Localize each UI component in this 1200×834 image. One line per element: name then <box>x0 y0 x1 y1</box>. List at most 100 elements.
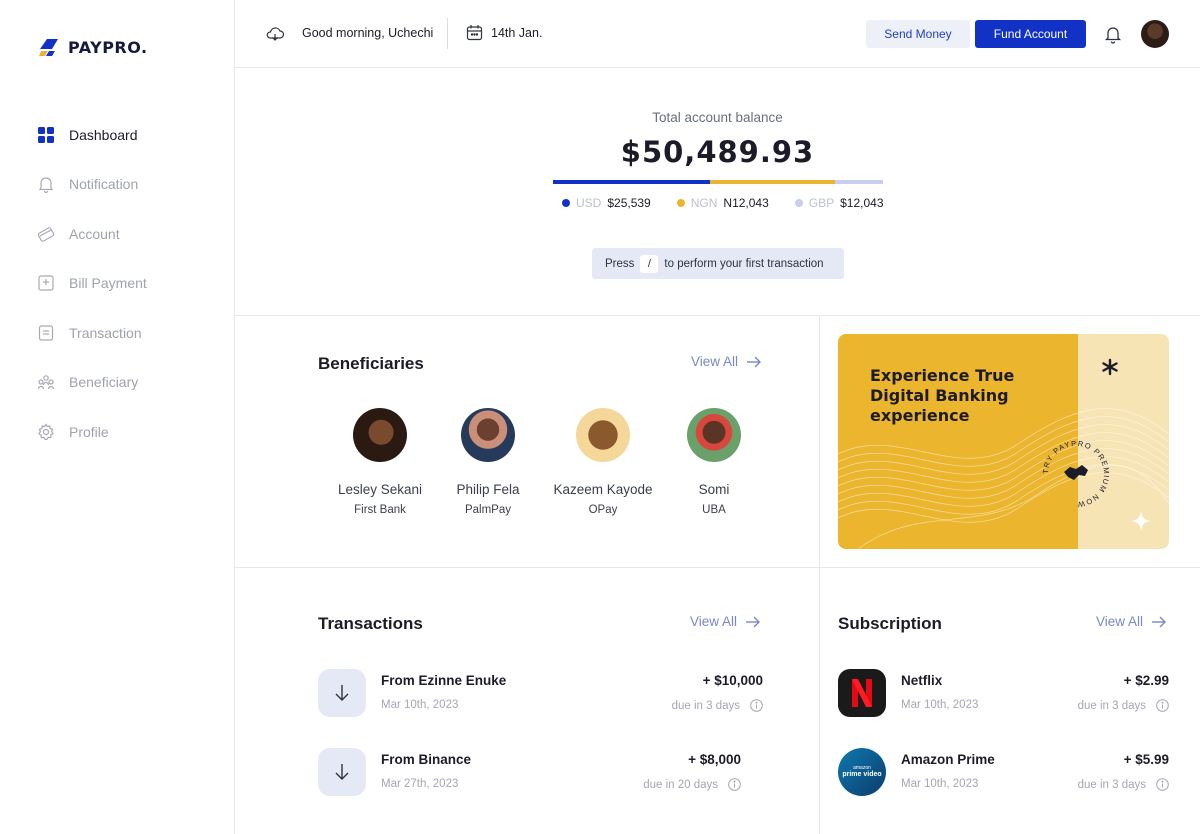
dashboard-app: PAYPRO. Dashboard Notification Account B… <box>0 0 1200 834</box>
users-icon <box>36 372 56 392</box>
sidebar-item-notification[interactable]: Notification <box>36 160 147 210</box>
beneficiaries-title: Beneficiaries <box>318 354 424 373</box>
transaction-due: due in 20 days <box>643 778 741 791</box>
transactions-section: Transactions View All From Ezinne Enuke … <box>235 568 820 834</box>
paypro-logo-icon <box>39 39 58 56</box>
cloud-sun-icon <box>266 27 285 41</box>
sidebar-item-label: Dashboard <box>69 126 138 143</box>
globe-icon <box>1064 465 1088 480</box>
currency-legend: USD $25,539 NGN N12,043 GBP $12,043 <box>562 196 884 210</box>
due-text: due in 3 days <box>1077 778 1146 791</box>
beneficiary-avatar <box>461 408 515 462</box>
beneficiary-card[interactable]: Lesley Sekani First Bank <box>320 408 440 516</box>
premium-badge: TRY PAYPRO PREMIUM NOW <box>1041 439 1110 509</box>
subscription-amount: + $5.99 <box>1123 752 1169 767</box>
sidebar-item-beneficiary[interactable]: Beneficiary <box>36 358 147 408</box>
info-icon[interactable] <box>728 778 741 791</box>
shortcut-key: / <box>640 254 659 273</box>
beneficiary-bank: First Bank <box>354 504 406 516</box>
view-all-label: View All <box>691 354 739 369</box>
promo-section: Experience True Digital Banking experien… <box>820 316 1200 568</box>
sidebar-item-label: Account <box>69 225 120 242</box>
hint-prefix: Press <box>605 257 635 270</box>
beneficiaries-view-all[interactable]: View All <box>691 354 762 369</box>
sidebar-item-label: Notification <box>69 176 139 193</box>
promo-headline: Experience True Digital Banking experien… <box>870 366 1070 426</box>
hint-suffix: to perform your first transaction <box>664 257 824 270</box>
currency-code: NGN <box>690 196 718 210</box>
gear-icon <box>36 422 56 442</box>
user-avatar[interactable] <box>1141 20 1169 48</box>
notification-bell-icon[interactable] <box>1104 24 1122 49</box>
promo-line: Digital Banking <box>870 386 1009 405</box>
transactions-view-all[interactable]: View All <box>690 614 761 629</box>
due-text: due in 20 days <box>643 778 718 791</box>
beneficiary-avatar <box>576 408 630 462</box>
beneficiary-card[interactable]: Kazeem Kayode OPay <box>543 408 663 516</box>
info-icon[interactable] <box>1156 699 1169 712</box>
subscription-row[interactable]: amazon prime video Amazon Prime Mar 10th… <box>838 748 1169 798</box>
legend-ngn: NGN N12,043 <box>676 196 769 210</box>
greeting-text: Good morning, Uchechi <box>302 26 434 40</box>
sidebar-item-transaction[interactable]: Transaction <box>36 308 147 358</box>
sidebar-item-profile[interactable]: Profile <box>36 407 147 457</box>
currency-amount: $12,043 <box>840 196 884 210</box>
brand-name: PAYPRO. <box>68 37 148 57</box>
balance-segment-ngn <box>710 180 835 184</box>
transaction-date: Mar 27th, 2023 <box>381 778 459 790</box>
beneficiary-card[interactable]: Somi UBA <box>654 408 774 516</box>
date-display: 14th Jan. <box>466 24 542 41</box>
currency-code: GBP <box>808 196 835 210</box>
transaction-due: due in 3 days <box>672 699 763 712</box>
sidebar-item-label: Beneficiary <box>69 374 139 391</box>
prime-video-logo-icon: amazon prime video <box>838 748 886 796</box>
beneficiary-card[interactable]: Philip Fela PalmPay <box>428 408 548 516</box>
due-text: due in 3 days <box>1077 699 1146 712</box>
balance-amount: $50,489.93 <box>620 135 815 169</box>
calendar-icon <box>466 25 483 41</box>
legend-usd: USD $25,539 <box>562 196 651 210</box>
shortcut-hint[interactable]: Press / to perform your first transactio… <box>592 248 844 279</box>
logo-text-bottom: prime video <box>842 771 882 778</box>
sidebar-nav: Dashboard Notification Account Bill Paym… <box>36 110 147 457</box>
subscription-amount: + $2.99 <box>1123 673 1169 688</box>
brand-logo[interactable]: PAYPRO. <box>38 37 148 57</box>
send-money-button[interactable]: Send Money <box>866 20 970 48</box>
sidebar-item-account[interactable]: Account <box>36 209 147 259</box>
subscription-due: due in 3 days <box>1078 699 1169 712</box>
grid-icon <box>36 125 56 145</box>
date-text: 14th Jan. <box>491 25 543 40</box>
netflix-logo-icon <box>838 669 886 717</box>
legend-dot <box>794 199 803 207</box>
view-all-label: View All <box>1096 614 1144 629</box>
subscription-date: Mar 10th, 2023 <box>901 699 979 711</box>
promo-line: Experience True <box>870 366 1015 385</box>
transaction-title: From Ezinne Enuke <box>381 673 507 688</box>
beneficiary-name: Somi <box>698 482 730 497</box>
beneficiary-name: Philip Fela <box>456 482 520 497</box>
beneficiary-name: Lesley Sekani <box>337 482 423 497</box>
info-icon[interactable] <box>750 699 763 712</box>
legend-dot <box>676 199 685 207</box>
premium-promo-card[interactable]: Experience True Digital Banking experien… <box>838 334 1169 549</box>
arrow-right-icon <box>746 616 761 627</box>
fund-account-button[interactable]: Fund Account <box>975 20 1086 48</box>
balance-segment-gbp <box>835 180 883 184</box>
receipt-icon <box>36 323 56 343</box>
view-all-label: View All <box>690 614 738 629</box>
top-header: Good morning, Uchechi 14th Jan. Send Mon… <box>235 0 1200 68</box>
subscription-row[interactable]: Netflix Mar 10th, 2023 + $2.99 due in 3 … <box>838 669 1169 719</box>
sidebar-item-bill-payment[interactable]: Bill Payment <box>36 259 147 309</box>
subscription-name: Amazon Prime <box>901 752 995 767</box>
header-divider <box>447 18 448 49</box>
subscription-view-all[interactable]: View All <box>1096 614 1167 629</box>
balance-section: Total account balance $50,489.93 USD $25… <box>235 68 1200 316</box>
balance-split-bar <box>553 180 883 184</box>
transaction-row[interactable]: From Binance Mar 27th, 2023 + $8,000 due… <box>318 748 741 798</box>
currency-code: USD <box>576 196 602 210</box>
beneficiaries-section: Beneficiaries View All Lesley Sekani Fir… <box>235 316 820 568</box>
sidebar-item-dashboard[interactable]: Dashboard <box>36 110 147 160</box>
transaction-row[interactable]: From Ezinne Enuke Mar 10th, 2023 + $10,0… <box>318 669 763 719</box>
info-icon[interactable] <box>1156 778 1169 791</box>
currency-amount: $25,539 <box>607 196 651 210</box>
